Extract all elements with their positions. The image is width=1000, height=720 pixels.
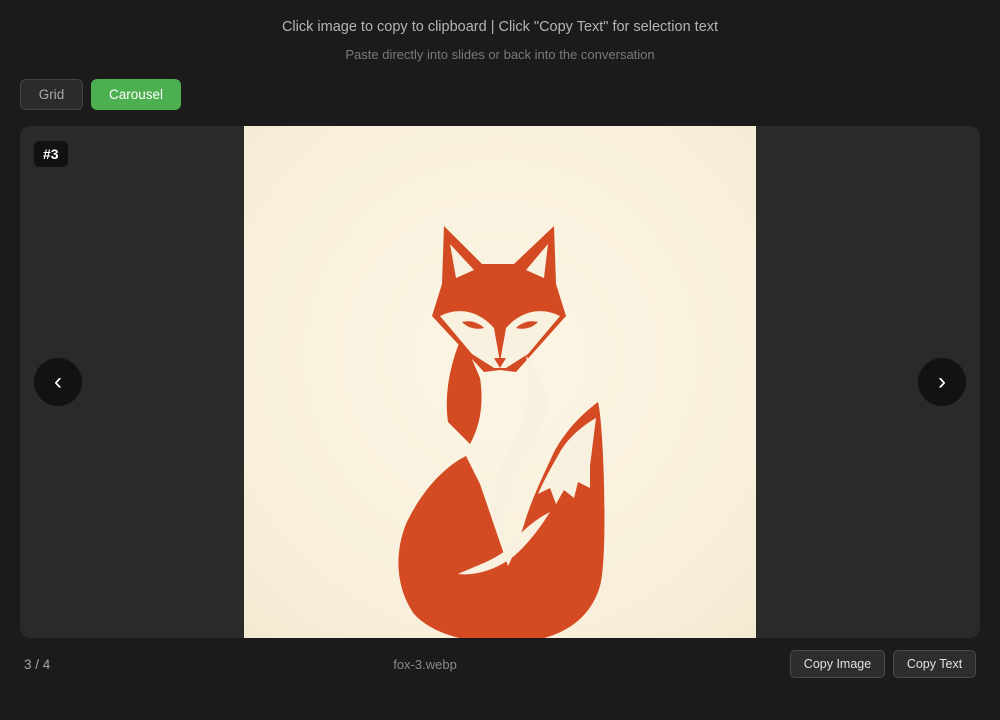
- carousel-view-button[interactable]: Carousel: [91, 79, 181, 110]
- fox-logo-image[interactable]: [244, 126, 756, 638]
- grid-view-button[interactable]: Grid: [20, 79, 83, 110]
- instructions-subtitle: Paste directly into slides or back into …: [345, 47, 655, 62]
- previous-button[interactable]: ‹: [34, 358, 82, 406]
- page: Click image to copy to clipboard | Click…: [0, 0, 1000, 720]
- copy-image-button[interactable]: Copy Image: [790, 650, 885, 678]
- copy-text-button[interactable]: Copy Text: [893, 650, 976, 678]
- chevron-right-icon: ›: [938, 368, 946, 395]
- chevron-left-icon: ‹: [54, 368, 62, 395]
- file-name: fox-3.webp: [393, 657, 457, 672]
- next-button[interactable]: ›: [918, 358, 966, 406]
- fox-logo-illustration: [398, 226, 605, 638]
- carousel-stage: #3 ‹ ›: [20, 126, 980, 638]
- instructions-title: Click image to copy to clipboard | Click…: [281, 19, 719, 35]
- slide-index-badge: #3: [34, 141, 68, 167]
